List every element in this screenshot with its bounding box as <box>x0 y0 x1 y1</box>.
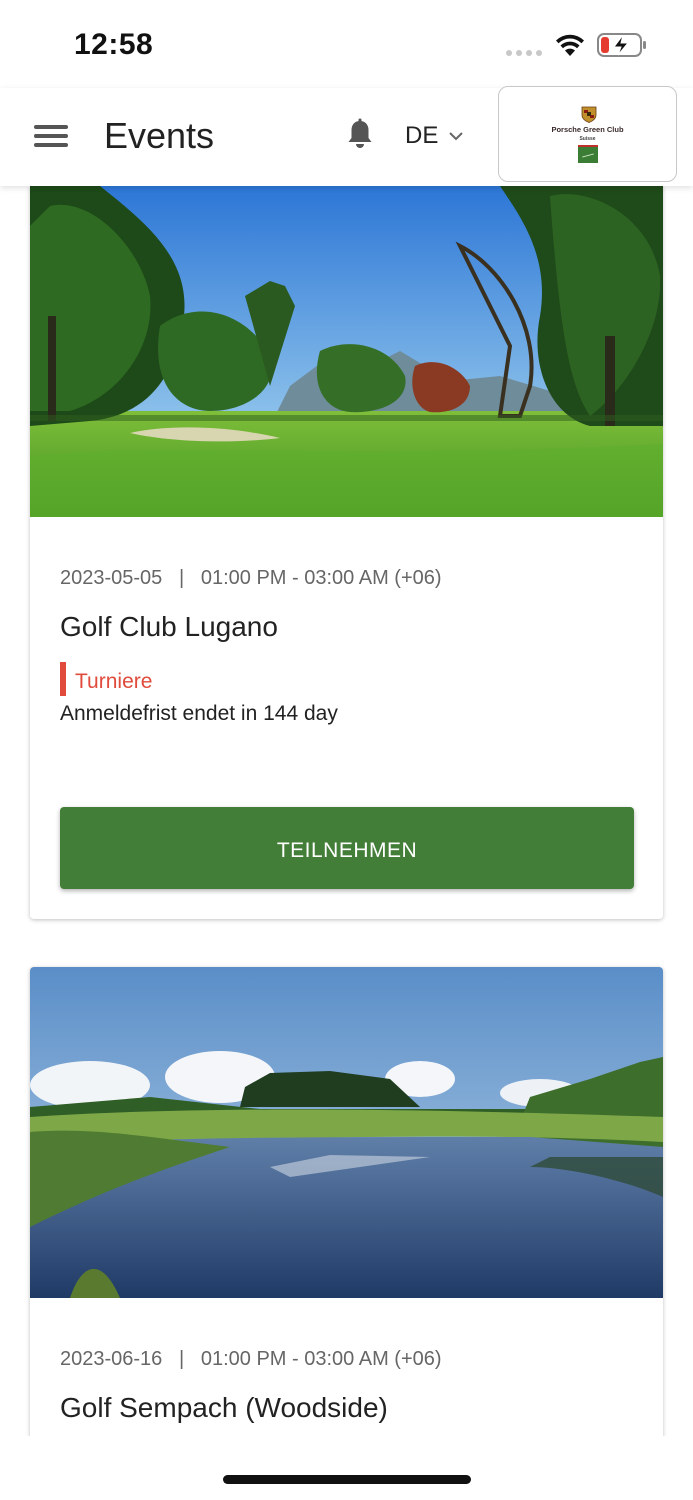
join-event-button[interactable]: TEILNEHMEN <box>60 807 634 889</box>
event-title: Golf Club Lugano <box>60 611 278 642</box>
event-date-time: 2023-05-05 | 01:00 PM - 03:00 AM (+06) <box>60 567 442 589</box>
event-time: 01:00 PM - 03:00 AM (+06) <box>200 567 442 589</box>
notification-bell-icon[interactable] <box>345 118 375 150</box>
status-bar: 12:58 <box>0 0 693 88</box>
event-image <box>30 186 663 517</box>
home-indicator[interactable] <box>223 1475 471 1484</box>
events-list[interactable]: 2023-05-05 | 01:00 PM - 03:00 AM (+06) G… <box>0 186 693 1436</box>
language-select[interactable]: DE <box>405 121 464 151</box>
event-category-tag: Turniere <box>60 662 152 696</box>
club-logo-name: Porsche Green Club <box>551 125 624 134</box>
battery-charging-icon <box>597 33 646 57</box>
chevron-down-icon <box>449 132 464 141</box>
event-date: 2023-05-05 <box>60 567 163 589</box>
club-logo-button[interactable]: Porsche Green Club Suisse <box>498 86 677 182</box>
porsche-crest-icon <box>581 106 597 123</box>
wifi-icon <box>556 34 584 56</box>
cellular-signal-icon <box>506 50 542 58</box>
event-date-time: 2023-06-16 | 01:00 PM - 03:00 AM (+06) <box>60 1348 442 1370</box>
event-time: 01:00 PM - 03:00 AM (+06) <box>200 1348 442 1370</box>
event-image <box>30 967 663 1298</box>
club-logo-country: Suisse <box>579 136 596 142</box>
event-date: 2023-06-16 <box>60 1348 163 1370</box>
registration-deadline: Anmeldefrist endet in 144 day <box>60 702 338 725</box>
golf-flag-logo-icon <box>578 145 598 163</box>
language-label: DE <box>405 122 439 149</box>
page-title: Events <box>104 115 215 156</box>
event-card[interactable]: 2023-05-05 | 01:00 PM - 03:00 AM (+06) G… <box>30 186 663 919</box>
event-card[interactable]: 2023-06-16 | 01:00 PM - 03:00 AM (+06) G… <box>30 967 663 1436</box>
event-title: Golf Sempach (Woodside) <box>60 1392 388 1423</box>
hamburger-menu-icon[interactable] <box>34 123 70 149</box>
status-time: 12:58 <box>74 28 154 61</box>
